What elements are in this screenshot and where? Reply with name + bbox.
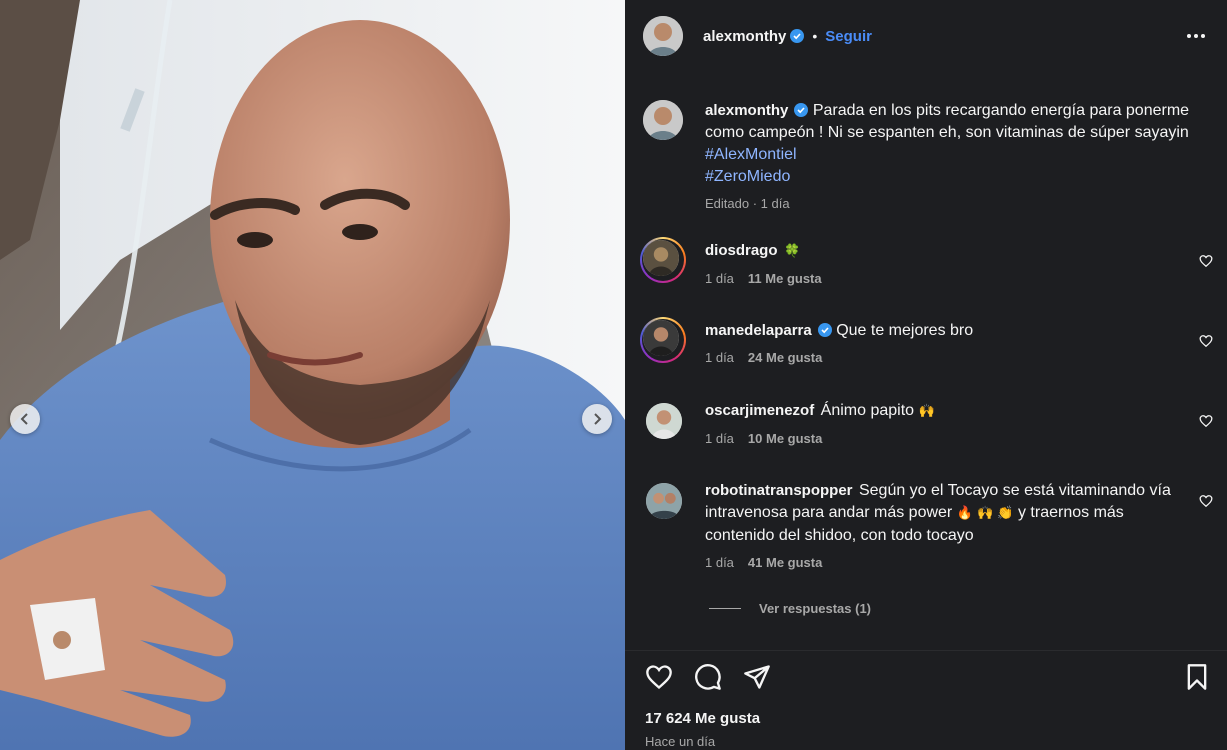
heart-icon[interactable] [645,663,673,691]
comment-item: oscarjimenezof Ánimo papito 🙌 1 día 10 M… [643,400,1213,446]
follow-button[interactable]: Seguir [825,28,872,45]
carousel-prev-button[interactable] [10,404,40,434]
comment-username[interactable]: robotinatranspopper [705,482,853,499]
comment-icon[interactable] [694,663,722,691]
comment-time: 1 día [705,555,734,570]
comment-emoji: 🍀 [783,244,801,259]
hashtag-link[interactable]: #ZeroMiedo [705,166,1203,188]
story-ring[interactable] [640,237,686,283]
comment-item: manedelaparra Que te mejores bro 1 día 2… [640,317,1213,365]
avatar[interactable] [643,16,683,56]
post-timestamp: Hace un día [645,734,716,749]
comment-username[interactable]: manedelaparra [705,322,812,339]
carousel-next-button[interactable] [582,404,612,434]
comment-text: Ánimo papito [820,402,915,419]
comment-item: robotinatranspopper Según yo el Tocayo s… [643,480,1213,570]
post-side-panel: alexmonthy • Seguir alexmonthy Parada en… [625,0,1227,750]
photo-illustration [0,0,625,750]
view-replies-button[interactable]: Ver respuestas (1) [709,601,871,616]
avatar[interactable] [643,100,683,140]
caption-username[interactable]: alexmonthy [705,102,788,119]
comment-time: 1 día [705,350,734,365]
post-likes-count[interactable]: 17 624 Me gusta [645,710,760,727]
comment-time: 1 día [705,431,734,446]
comment-text: Según yo el Tocayo se está vitaminando [858,482,1146,499]
hashtag-link[interactable]: #AlexMontiel [705,144,1203,166]
verified-badge-icon [794,103,809,117]
comment-likes[interactable]: 41 Me gusta [748,555,822,570]
story-ring[interactable] [640,317,686,363]
heart-icon[interactable] [1199,254,1213,268]
comment-likes[interactable]: 10 Me gusta [748,431,822,446]
avatar[interactable] [646,483,682,519]
comment-emoji: 🙌 [918,404,935,419]
avatar[interactable] [646,403,682,439]
comment-item: diosdrago 🍀 1 día 11 Me gusta [640,237,1213,286]
comment-text: contenido del shidoo, con todo tocayo [705,527,974,544]
heart-icon[interactable] [1199,334,1213,348]
paper-plane-icon[interactable] [743,663,771,691]
more-horizontal-icon[interactable] [1185,27,1207,45]
post-photo[interactable] [0,0,625,750]
post-header: alexmonthy • Seguir [625,0,1227,72]
caption-meta: Editado · 1 día [705,196,790,211]
comment-likes[interactable]: 24 Me gusta [748,350,822,365]
chevron-right-icon [594,413,602,425]
avatar [643,320,679,356]
comments-list: alexmonthy Parada en los pits recargando… [625,90,1227,650]
action-bar [625,650,1227,698]
comment-username[interactable]: oscarjimenezof [705,402,814,419]
separator-dot: • [812,28,818,44]
avatar [643,240,679,276]
author-username[interactable]: alexmonthy [703,28,786,45]
comment-emoji: 🔥 🙌 👏 [956,506,1014,521]
comment-likes[interactable]: 11 Me gusta [748,271,822,286]
verified-badge-icon [790,29,805,43]
heart-icon[interactable] [1199,414,1213,428]
comment-username[interactable]: diosdrago [705,242,778,259]
caption: alexmonthy Parada en los pits recargando… [643,100,1213,211]
replies-divider [709,608,741,609]
comment-text: y traernos más [1017,504,1124,521]
verified-badge-icon [817,323,832,337]
heart-icon[interactable] [1199,494,1213,508]
view-replies-label: Ver respuestas (1) [759,601,872,616]
chevron-left-icon [20,413,28,425]
comment-time: 1 día [705,271,734,286]
comment-text: Que te mejores bro [836,322,974,339]
bookmark-icon[interactable] [1183,663,1211,691]
